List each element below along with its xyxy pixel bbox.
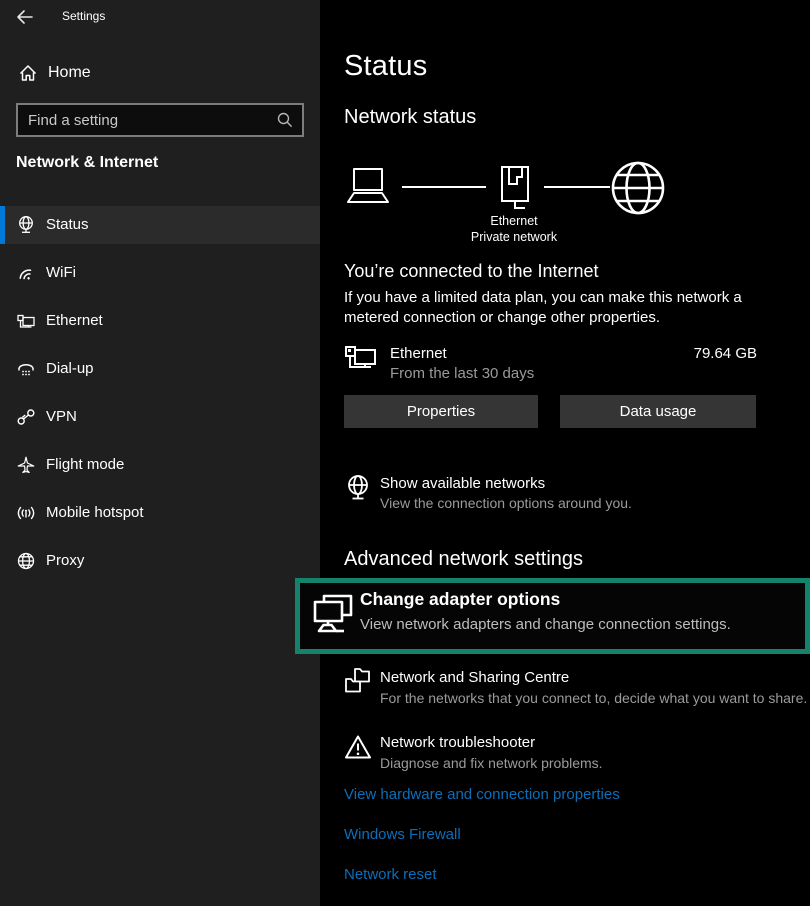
sidebar-item-label: VPN: [46, 408, 77, 425]
search-icon[interactable]: [276, 111, 294, 129]
sidebar-item-vpn[interactable]: VPN: [0, 398, 320, 436]
sidebar-item-label: Dial-up: [46, 360, 94, 377]
page-title: Status: [344, 50, 427, 83]
internet-globe-icon: [610, 160, 666, 216]
airplane-icon: [16, 455, 36, 475]
sharing-centre-subtitle: For the networks that you connect to, de…: [380, 690, 807, 706]
sidebar-nav: Status WiFi Ethernet Dial-up: [0, 206, 320, 590]
laptop-icon: [344, 167, 392, 207]
connected-heading: You’re connected to the Internet: [344, 261, 599, 282]
home-label: Home: [48, 64, 91, 82]
link-view-hardware[interactable]: View hardware and connection properties: [344, 786, 620, 803]
ethernet-icon: [16, 311, 36, 331]
sidebar-item-mobile-hotspot[interactable]: Mobile hotspot: [0, 494, 320, 532]
sidebar-item-proxy[interactable]: Proxy: [0, 542, 320, 580]
network-diagram: Ethernet Private network: [344, 160, 784, 256]
sharing-centre-title[interactable]: Network and Sharing Centre: [380, 669, 569, 686]
usage-connection-name: Ethernet: [390, 345, 447, 362]
sidebar-item-label: Proxy: [46, 552, 84, 569]
sidebar-item-home[interactable]: Home: [0, 58, 320, 90]
warning-triangle-icon: [344, 734, 372, 760]
show-networks-subtitle: View the connection options around you.: [380, 495, 632, 511]
advanced-heading: Advanced network settings: [344, 548, 583, 571]
sidebar-section-title: Network & Internet: [16, 154, 158, 172]
wifi-icon: [16, 263, 36, 283]
sidebar-item-wifi[interactable]: WiFi: [0, 254, 320, 292]
link-network-reset[interactable]: Network reset: [344, 866, 437, 883]
network-type: Private network: [454, 229, 574, 245]
change-adapter-options-subtitle: View network adapters and change connect…: [360, 616, 731, 633]
change-adapter-options-title: Change adapter options: [360, 589, 560, 610]
sidebar-item-label: Flight mode: [46, 456, 124, 473]
troubleshooter-subtitle: Diagnose and fix network problems.: [380, 755, 603, 771]
sidebar-item-label: Mobile hotspot: [46, 504, 144, 521]
sharing-icon: [344, 666, 372, 696]
app-title: Settings: [62, 9, 105, 23]
connection-line: [544, 186, 610, 188]
sidebar-item-dialup[interactable]: Dial-up: [0, 350, 320, 388]
sidebar: Settings Home Network & Internet Status: [0, 0, 320, 906]
troubleshooter-title[interactable]: Network troubleshooter: [380, 734, 535, 751]
home-icon: [18, 63, 38, 83]
adapter-monitors-icon: [311, 593, 355, 641]
sidebar-item-flight-mode[interactable]: Flight mode: [0, 446, 320, 484]
change-adapter-options-highlight[interactable]: Change adapter options View network adap…: [295, 578, 810, 654]
back-arrow-icon: [14, 6, 36, 28]
connection-line: [402, 186, 486, 188]
sidebar-item-label: Status: [46, 216, 89, 233]
data-usage-button[interactable]: Data usage: [560, 395, 756, 428]
ethernet-adapter-icon: [344, 342, 380, 378]
connection-name: Ethernet: [454, 213, 574, 229]
properties-button[interactable]: Properties: [344, 395, 538, 428]
globe-stand-icon: [344, 474, 372, 504]
link-windows-firewall[interactable]: Windows Firewall: [344, 826, 461, 843]
sidebar-item-status[interactable]: Status: [0, 206, 320, 244]
settings-window: Settings Home Network & Internet Status: [0, 0, 810, 906]
vpn-icon: [16, 407, 36, 427]
search-input[interactable]: [18, 105, 302, 135]
search-box: [16, 103, 304, 137]
dialup-icon: [16, 359, 36, 379]
ethernet-plug-icon: [496, 165, 534, 215]
globe-monitor-icon: [16, 215, 36, 235]
network-status-heading: Network status: [344, 106, 476, 129]
usage-period: From the last 30 days: [390, 365, 534, 382]
back-button[interactable]: [14, 6, 36, 28]
main-content: Status Network status Ethernet Private n…: [320, 0, 810, 906]
show-networks-title[interactable]: Show available networks: [380, 475, 545, 492]
hotspot-icon: [16, 503, 36, 523]
proxy-globe-icon: [16, 551, 36, 571]
usage-amount: 79.64 GB: [670, 345, 757, 362]
sidebar-item-label: WiFi: [46, 264, 76, 281]
connected-description: If you have a limited data plan, you can…: [344, 288, 768, 327]
sidebar-item-ethernet[interactable]: Ethernet: [0, 302, 320, 340]
sidebar-item-label: Ethernet: [46, 312, 103, 329]
